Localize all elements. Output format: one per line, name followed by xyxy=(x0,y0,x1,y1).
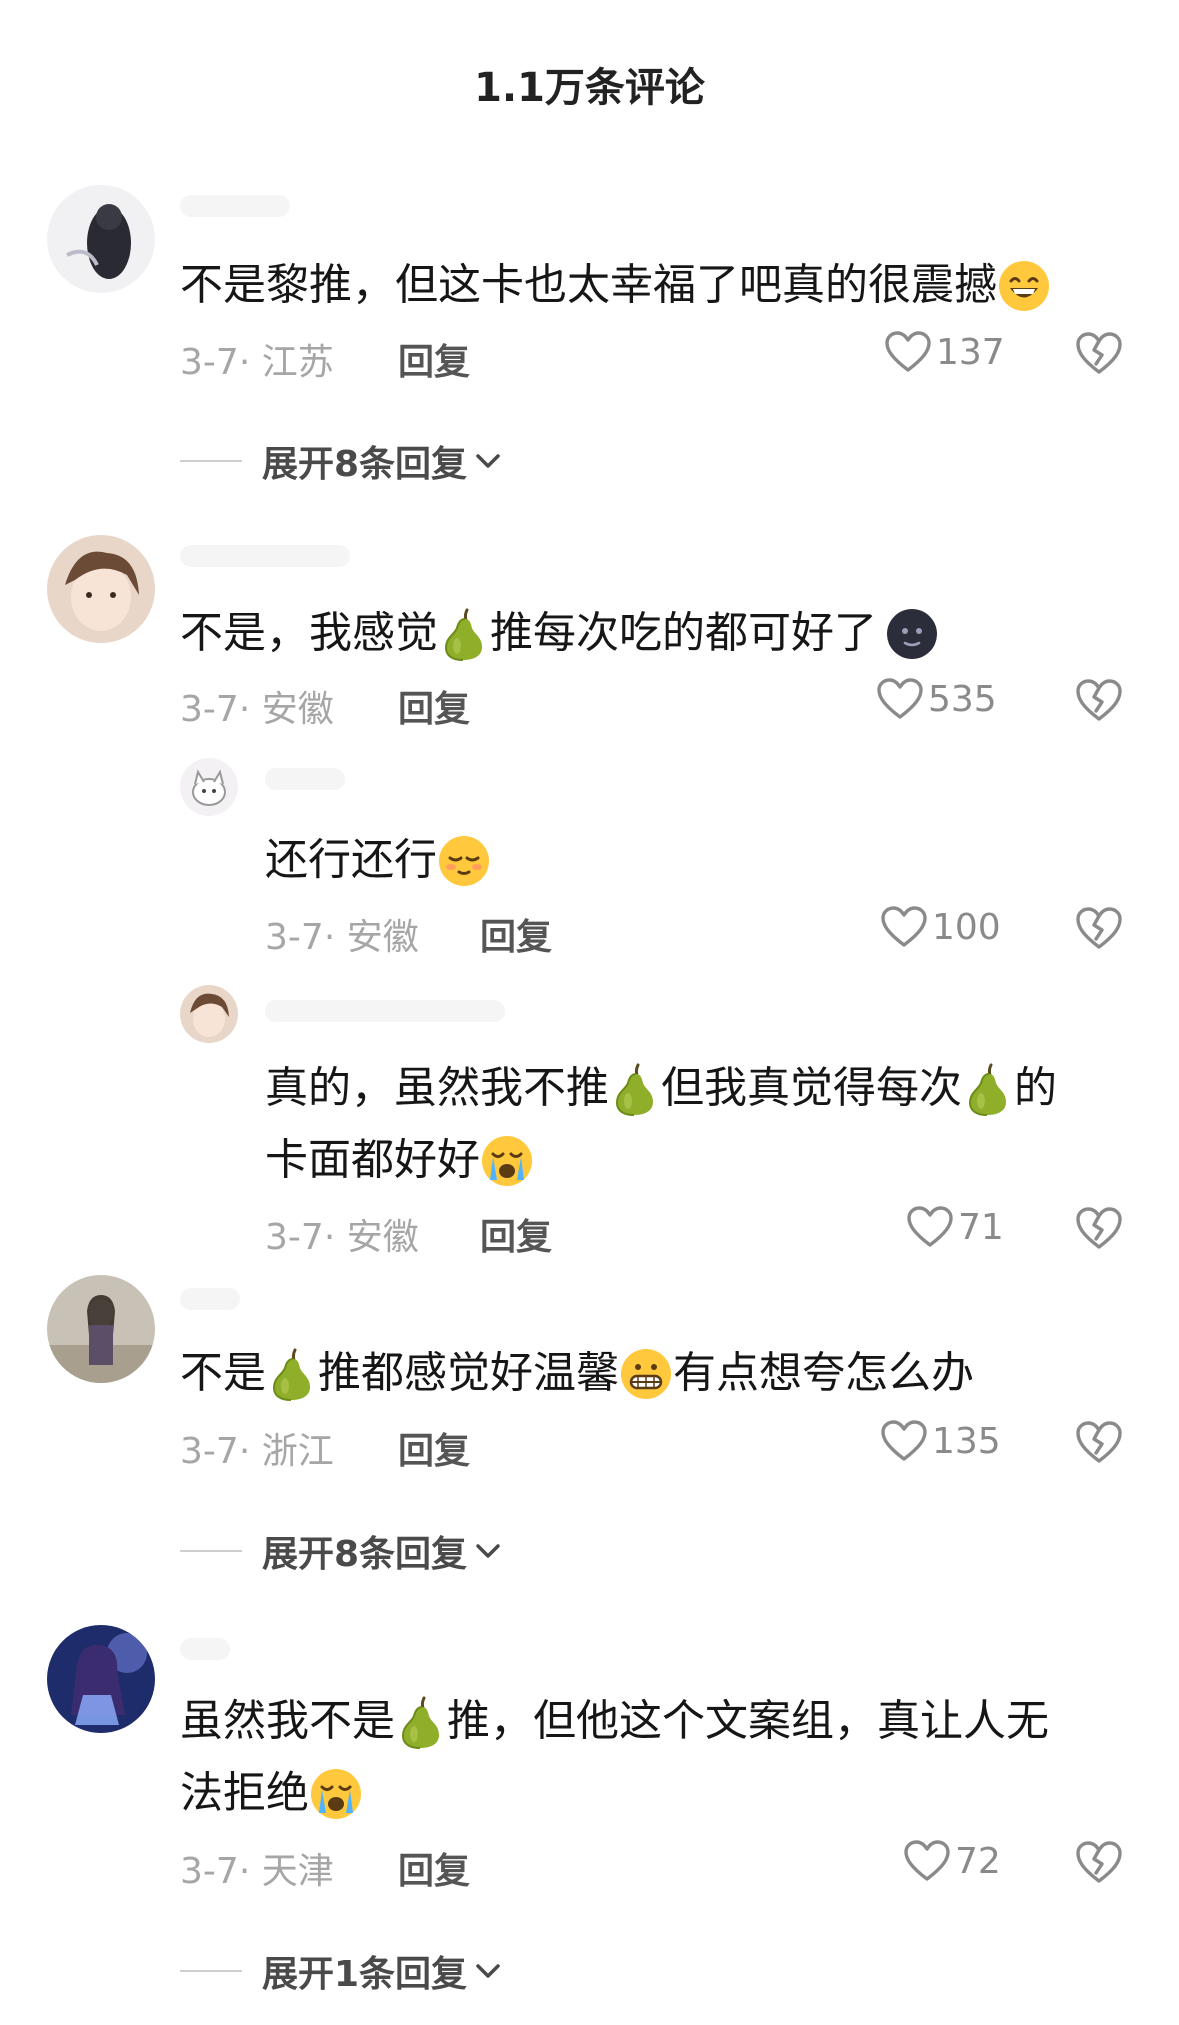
avatar[interactable] xyxy=(180,985,238,1043)
username-placeholder[interactable] xyxy=(265,1000,505,1022)
username-placeholder[interactable] xyxy=(180,545,350,567)
pear-emoji xyxy=(609,1061,661,1117)
username-placeholder[interactable] xyxy=(180,1288,240,1310)
divider-line xyxy=(180,1970,242,1972)
reply-button[interactable]: 回复 xyxy=(480,908,552,960)
comment-text: 不是，我感觉 推每次吃的都可好了 xyxy=(180,595,939,670)
broken-heart-icon xyxy=(1075,1839,1123,1885)
avatar[interactable] xyxy=(180,758,238,816)
chevron-down-icon xyxy=(473,450,503,472)
comment-meta: 3-7· 安徽 xyxy=(180,689,334,730)
reply-button[interactable]: 回复 xyxy=(398,333,470,385)
grinning-teeth-emoji xyxy=(619,1347,673,1401)
broken-heart-icon xyxy=(1075,330,1123,376)
expand-replies-button[interactable]: 展开1条回复 xyxy=(180,1945,503,1997)
chevron-down-icon xyxy=(473,1540,503,1562)
dislike-button[interactable] xyxy=(1075,330,1123,376)
comment-text: 不是 推都感觉好温馨 有点想夸怎么办 xyxy=(180,1335,974,1410)
dark-face-emoji xyxy=(885,607,939,661)
comment-text: 不是黎推，但这卡也太幸福了吧真的很震撼 xyxy=(180,247,1051,322)
reply-button[interactable]: 回复 xyxy=(398,1422,470,1474)
divider-line xyxy=(180,1550,242,1552)
heart-outline-icon xyxy=(876,677,924,721)
reply-text: 真的，虽然我不推 但我真觉得每次的 xyxy=(265,1050,1057,1125)
expand-replies-button[interactable]: 展开8条回复 xyxy=(180,1525,503,1577)
like-button[interactable]: 100 xyxy=(880,905,1001,949)
pear-emoji xyxy=(395,1694,447,1750)
crying-emoji xyxy=(480,1134,534,1188)
pear-emoji xyxy=(962,1061,1014,1117)
reply-meta: 3-7· 安徽 xyxy=(265,1217,419,1258)
dislike-button[interactable] xyxy=(1075,1419,1123,1465)
avatar[interactable] xyxy=(47,535,155,643)
broken-heart-icon xyxy=(1075,1419,1123,1465)
divider-line xyxy=(180,460,242,462)
comments-count-title: 1.1万条评论 xyxy=(474,65,705,111)
comment-meta: 3-7· 天津 xyxy=(180,1851,334,1892)
reply-text-line2: 卡面都好好 xyxy=(265,1122,534,1197)
avatar[interactable] xyxy=(47,1275,155,1383)
heart-outline-icon xyxy=(880,905,928,949)
dislike-button[interactable] xyxy=(1075,905,1123,951)
username-placeholder[interactable] xyxy=(180,195,290,217)
broken-heart-icon xyxy=(1075,905,1123,951)
reply-meta: 3-7· 安徽 xyxy=(265,917,419,958)
heart-outline-icon xyxy=(880,1419,928,1463)
reply-button[interactable]: 回复 xyxy=(398,680,470,732)
dislike-button[interactable] xyxy=(1075,677,1123,723)
broken-heart-icon xyxy=(1075,677,1123,723)
like-button[interactable]: 535 xyxy=(876,677,997,721)
pear-emoji xyxy=(438,606,490,662)
reply-button[interactable]: 回复 xyxy=(480,1208,552,1260)
heart-outline-icon xyxy=(906,1205,954,1249)
username-placeholder[interactable] xyxy=(180,1638,230,1660)
comment-text: 虽然我不是 推，但他这个文案组，真让人无 xyxy=(180,1683,1049,1758)
heart-outline-icon xyxy=(903,1839,951,1883)
shy-face-emoji xyxy=(437,834,491,888)
like-button[interactable]: 137 xyxy=(884,330,1005,374)
avatar[interactable] xyxy=(47,1625,155,1733)
avatar[interactable] xyxy=(47,185,155,293)
chevron-down-icon xyxy=(473,1960,503,1982)
dislike-button[interactable] xyxy=(1075,1205,1123,1251)
broken-heart-icon xyxy=(1075,1205,1123,1251)
like-button[interactable]: 71 xyxy=(906,1205,1004,1249)
reply-text: 还行还行 xyxy=(265,822,491,897)
like-button[interactable]: 72 xyxy=(903,1839,1001,1883)
dislike-button[interactable] xyxy=(1075,1839,1123,1885)
crying-emoji xyxy=(309,1767,363,1821)
comment-text-line2: 法拒绝 xyxy=(180,1755,363,1830)
expand-replies-button[interactable]: 展开8条回复 xyxy=(180,435,503,487)
reply-button[interactable]: 回复 xyxy=(398,1842,470,1894)
heart-outline-icon xyxy=(884,330,932,374)
comment-meta: 3-7· 浙江 xyxy=(180,1431,334,1472)
comment-meta: 3-7· 江苏 xyxy=(180,342,334,383)
like-button[interactable]: 135 xyxy=(880,1419,1001,1463)
username-placeholder[interactable] xyxy=(265,768,345,790)
pear-emoji xyxy=(266,1346,318,1402)
grin-emoji xyxy=(997,259,1051,313)
